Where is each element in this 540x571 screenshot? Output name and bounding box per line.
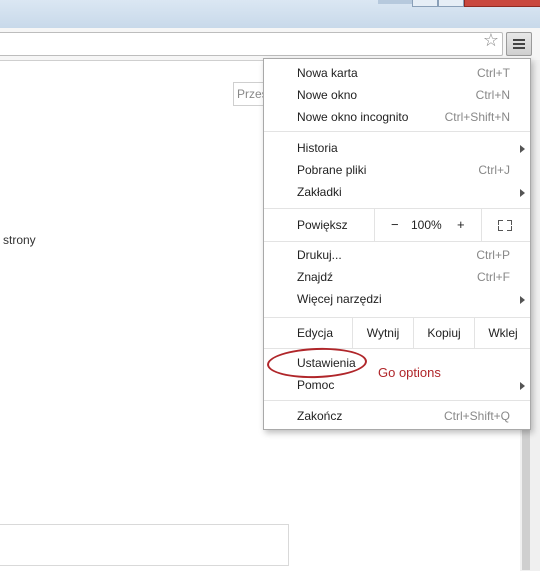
- menu-item-shortcut: Ctrl+F: [477, 270, 510, 284]
- bookmark-star-icon[interactable]: ☆: [480, 31, 502, 49]
- page-bottom-panel: [0, 524, 289, 566]
- menu-item-label: Drukuj...: [297, 248, 342, 262]
- chrome-menu-button[interactable]: [506, 32, 532, 56]
- menu-item-shortcut: Ctrl+J: [478, 163, 510, 177]
- menu-separator: [264, 131, 530, 132]
- zoom-level-value: 100%: [411, 218, 442, 232]
- edit-label: Edycja: [297, 326, 334, 340]
- submenu-arrow-icon: [520, 145, 525, 153]
- maximize-button[interactable]: [438, 0, 464, 7]
- address-bar[interactable]: [0, 32, 503, 56]
- menu-edit-row: Edycja Wytnij Kopiuj Wklej: [264, 318, 530, 348]
- menu-item-shortcut: Ctrl+N: [475, 88, 510, 102]
- menu-item-label: Pomoc: [297, 378, 335, 392]
- page-search-input[interactable]: Przeszukaj: [233, 82, 267, 106]
- annotation-text: Go options: [378, 365, 441, 380]
- copy-button[interactable]: Kopiuj: [413, 318, 474, 348]
- menu-item-shortcut: Ctrl+Shift+Q: [443, 409, 510, 423]
- menu-zoom-row: Powiększ − 100% +: [264, 209, 530, 241]
- hamburger-menu-icon-bar: [513, 43, 525, 45]
- menu-item-shortcut: Ctrl+P: [476, 248, 510, 262]
- menu-item-label: Nowa karta: [297, 66, 358, 80]
- menu-item-shortcut: Ctrl+T: [477, 66, 510, 80]
- zoom-controls: − 100% +: [374, 209, 482, 241]
- menu-item-label: Historia: [297, 141, 338, 155]
- menu-item-print[interactable]: Drukuj... Ctrl+P: [264, 245, 530, 266]
- browser-toolbar: ☆: [0, 28, 540, 61]
- menu-item-downloads[interactable]: Pobrane pliki Ctrl+J: [264, 160, 530, 181]
- menu-item-new-incognito-window[interactable]: Nowe okno incognito Ctrl+Shift+N: [264, 107, 530, 128]
- menu-item-label: Zakończ: [297, 409, 343, 423]
- menu-item-label: Nowe okno: [297, 88, 358, 102]
- menu-item-find[interactable]: Znajdź Ctrl+F: [264, 267, 530, 288]
- menu-separator: [264, 400, 530, 401]
- menu-item-label: Pobrane pliki: [297, 163, 367, 177]
- menu-item-label: Więcej narzędzi: [297, 292, 382, 306]
- cut-button[interactable]: Wytnij: [352, 318, 413, 348]
- hamburger-menu-icon-bar: [513, 47, 525, 49]
- menu-item-history[interactable]: Historia: [264, 138, 530, 159]
- submenu-arrow-icon: [520, 296, 525, 304]
- fullscreen-button[interactable]: [481, 209, 531, 241]
- menu-item-label: Zakładki: [297, 185, 342, 199]
- menu-item-new-tab[interactable]: Nowa karta Ctrl+T: [264, 63, 530, 84]
- menu-item-shortcut: Ctrl+Shift+N: [444, 110, 510, 124]
- fullscreen-icon: [498, 220, 512, 231]
- paste-button[interactable]: Wklej: [474, 318, 531, 348]
- menu-separator: [264, 241, 530, 242]
- window-titlebar: [0, 0, 540, 28]
- zoom-out-button[interactable]: −: [391, 217, 399, 232]
- submenu-arrow-icon: [520, 189, 525, 197]
- submenu-arrow-icon: [520, 382, 525, 390]
- zoom-in-button[interactable]: +: [457, 217, 465, 232]
- minimize-button[interactable]: [412, 0, 438, 7]
- menu-item-label: Nowe okno incognito: [297, 110, 409, 124]
- menu-item-bookmarks[interactable]: Zakładki: [264, 182, 530, 203]
- close-window-button[interactable]: [464, 0, 540, 7]
- menu-item-new-window[interactable]: Nowe okno Ctrl+N: [264, 85, 530, 106]
- menu-item-exit[interactable]: Zakończ Ctrl+Shift+Q: [264, 406, 530, 427]
- menu-item-label: Znajdź: [297, 270, 334, 284]
- menu-item-more-tools[interactable]: Więcej narzędzi: [264, 289, 530, 310]
- page-text-fragment: strony: [3, 233, 36, 247]
- zoom-label: Powiększ: [297, 218, 348, 232]
- hamburger-menu-icon: [513, 39, 525, 41]
